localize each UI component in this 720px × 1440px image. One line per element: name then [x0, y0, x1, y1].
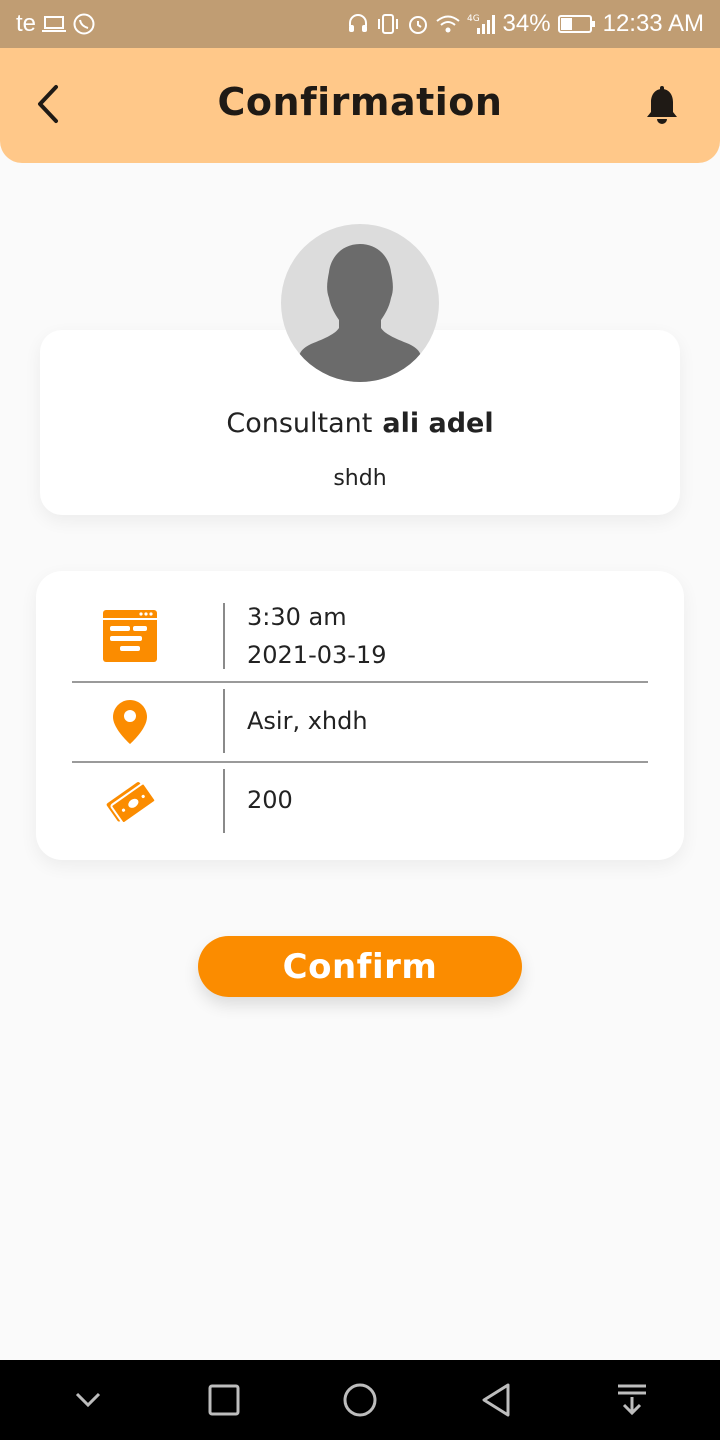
- svg-text:4G: 4G: [467, 14, 480, 24]
- battery-icon: [557, 13, 597, 35]
- status-bar-left: te: [16, 10, 96, 38]
- signal-icon: 4G: [467, 12, 497, 36]
- price-text: 200: [247, 786, 293, 814]
- consultant-label: Consultant: [226, 408, 373, 439]
- consultant-line: Consultant ali adel: [0, 408, 720, 439]
- money-icon: [100, 775, 160, 829]
- nav-notifications-button[interactable]: [602, 1370, 662, 1430]
- wifi-icon: [435, 13, 461, 35]
- chevron-down-icon: [75, 1392, 101, 1408]
- row-separator: [72, 681, 648, 683]
- row-divider: [223, 769, 225, 833]
- row-divider: [223, 603, 225, 669]
- bell-icon: [647, 86, 677, 124]
- clock: 12:33 AM: [602, 10, 704, 37]
- location-text: Asir, xhdh: [247, 707, 368, 735]
- page-title: Confirmation: [217, 80, 503, 124]
- status-bar: te 4G 34% 12:33 AM: [0, 0, 720, 48]
- laptop-icon: [42, 14, 67, 34]
- appointment-date: 2021-03-19: [247, 641, 387, 669]
- row-divider: [223, 689, 225, 753]
- carrier-label: te: [16, 10, 37, 37]
- vibrate-icon: [375, 13, 401, 35]
- triangle-back-icon: [482, 1383, 510, 1417]
- schedule-row: 3:30 am 2021-03-19: [72, 603, 648, 669]
- alarm-icon: [407, 13, 429, 35]
- booking-details-card: 3:30 am 2021-03-19 Asir, xhdh 200: [36, 571, 684, 860]
- location-pin-icon: [100, 699, 160, 745]
- schedule-text: 3:30 am 2021-03-19: [247, 598, 386, 674]
- consultant-name: ali adel: [382, 408, 494, 439]
- status-bar-right: 4G 34% 12:33 AM: [347, 10, 704, 38]
- nav-home-button[interactable]: [330, 1370, 390, 1430]
- notifications-button[interactable]: [642, 84, 682, 128]
- price-row: 200: [72, 769, 648, 833]
- row-separator: [72, 761, 648, 763]
- location-row: Asir, xhdh: [72, 689, 648, 753]
- consultant-specialty: shdh: [333, 466, 387, 491]
- system-nav-bar: [0, 1360, 720, 1440]
- square-icon: [208, 1384, 240, 1416]
- nav-recents-button[interactable]: [194, 1370, 254, 1430]
- nav-back-button[interactable]: [466, 1370, 526, 1430]
- avatar: [281, 224, 439, 382]
- user-silhouette-icon: [299, 244, 421, 382]
- pull-down-icon: [618, 1384, 646, 1416]
- whatsapp-icon: [72, 12, 96, 36]
- circle-icon: [343, 1383, 377, 1417]
- battery-percent: 34%: [502, 10, 551, 37]
- headset-icon: [347, 13, 369, 35]
- confirm-button[interactable]: Confirm: [198, 936, 522, 997]
- schedule-icon: [100, 609, 160, 663]
- app-header: Confirmation: [0, 48, 720, 163]
- nav-collapse-button[interactable]: [58, 1370, 118, 1430]
- appointment-time: 3:30 am: [247, 603, 347, 631]
